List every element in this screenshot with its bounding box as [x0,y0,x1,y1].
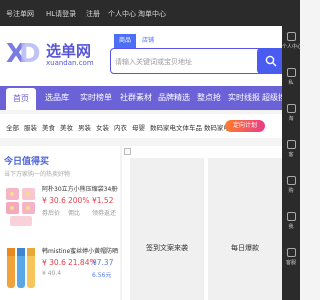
side-item-service[interactable]: 客服 [282,242,300,272]
product-original-price: ¥ 40.4 [42,270,62,277]
nav-item-community[interactable]: 社群素材 [118,86,154,110]
bag-icon [286,104,296,113]
product-image-storage-bags[interactable] [4,182,38,230]
category-sports-car[interactable]: 文体车品 [176,122,202,132]
promo-card-checkin-label: 签到文案来袭 [146,244,188,252]
main-nav: 首页 选品库 实时榜单 社群素材 品牌精选 整点抢 实时线报 超级搜 [0,86,300,110]
category-clothing[interactable]: 服装 [24,122,37,132]
side-item-label: 淘 [288,116,294,122]
product-commission: 200% [68,196,90,205]
list-item[interactable]: 阿朴30立方小熊压缩袋34册*2... ¥ 30.6 券后价 200% 佣比 ¥… [0,182,120,238]
nav-item-realtime-news[interactable]: 实时线报 [226,86,262,110]
search-tab-shop[interactable]: 店铺 [138,34,158,48]
category-food[interactable]: 美食 [42,122,55,132]
category-beauty[interactable]: 美妆 [60,122,73,132]
topbar-link-register[interactable]: 注册 [86,9,100,19]
category-baby[interactable]: 母婴 [132,122,145,132]
product-price: ¥ 30.6 [42,196,66,205]
logo-icon[interactable]: X D [6,38,40,68]
brand-domain: xuandan.com [46,59,94,67]
list-item[interactable]: 韩mistine蜜丝婷小黄帽防晒霜40m ¥ 30.6 ¥ 40.4 21.84… [0,244,120,300]
nav-item-realtime-rank[interactable]: 实时榜单 [76,86,116,110]
svg-text:D: D [19,39,40,68]
product-price-label: 券后价 [42,210,61,217]
product-commission-label: 佣比 [68,210,81,217]
daily-picks-subtitle: 当下万家购一的热卖好物 [4,171,71,178]
side-item-tao[interactable]: 淘 [282,98,300,128]
side-item-customer[interactable]: 客 [282,134,300,164]
tag-icon [286,140,296,149]
side-item-label: 我 [288,224,294,230]
search-input[interactable] [115,55,255,69]
side-item-label: 客 [288,152,294,158]
daily-picks-panel: 今日值得买 当下万家购一的热卖好物 阿朴30立方小熊压缩袋34册*2... ¥ … [0,146,120,300]
site-header: X D 选单网 xuandan.com 商品 店铺 [0,26,300,86]
category-bar: 全部 服装 美食 美妆 男装 女装 内衣 母婴 数码家电 文体车品 数码家电 定… [0,114,300,138]
product-rebate-label: 6.56元 [92,272,112,279]
category-digital[interactable]: 数码家电 [150,122,176,132]
user-icon [286,32,296,41]
promo-card-daily-hot-label: 每日爆款 [231,244,259,252]
promo-card-daily-hot[interactable]: 每日爆款 [208,158,282,300]
side-item-label: 私 [288,80,294,86]
product-title[interactable]: 阿朴30立方小熊压缩袋34册*2... [42,184,118,193]
nav-item-home[interactable]: 首页 [6,88,36,110]
search-tab-goods[interactable]: 商品 [114,34,136,48]
cart-icon [286,176,296,185]
side-item-label: 购 [288,188,294,194]
topbar-link-register-site[interactable]: 号注单网 [6,9,34,19]
product-rebate-label: 领券返还 [92,210,117,217]
nav-item-super-search[interactable]: 超级搜 [262,86,282,110]
nav-item-brand[interactable]: 品牌精选 [156,86,192,110]
broken-image-icon [124,148,131,155]
side-item-me[interactable]: 我 [282,206,300,236]
search-button[interactable] [257,48,285,74]
side-item-user-center[interactable]: 个人中心 [282,26,300,56]
topbar-link-login[interactable]: HL请登录 [46,9,76,19]
topbar-link-user-center[interactable]: 个人中心 [108,9,136,19]
category-womenswear[interactable]: 女装 [96,122,109,132]
product-price: ¥ 30.6 [42,258,66,267]
headset-icon [286,248,296,257]
daily-picks-title: 今日值得买 [4,157,50,167]
side-item-label: 客服 [285,260,296,266]
product-image-sunscreen[interactable] [4,244,38,292]
promo-area: 签到文案来袭 每日爆款 [122,146,282,300]
product-rebate: ¥7.37 [92,258,114,267]
category-all[interactable]: 全部 [6,122,19,132]
promo-card-checkin[interactable]: 签到文案来袭 [130,158,204,300]
product-rebate: ¥1.52 [92,196,114,205]
product-title[interactable]: 韩mistine蜜丝婷小黄帽防晒霜40m [42,246,118,255]
targeted-plan-badge[interactable]: 定向计划 [225,120,265,132]
category-menswear[interactable]: 男装 [78,122,91,132]
topbar-link-order-center[interactable]: 淘单中心 [138,9,166,19]
side-item-private[interactable]: 私 [282,62,300,92]
search-box [110,48,270,74]
message-icon [286,68,296,77]
side-item-label: 个人中心 [282,44,300,50]
search-icon [265,55,277,67]
category-underwear[interactable]: 内衣 [114,122,127,132]
nav-item-hourly[interactable]: 整点抢 [194,86,224,110]
star-icon [286,212,296,221]
top-bar: 号注单网 HL请登录 注册 个人中心 淘单中心 [0,0,300,26]
nav-item-library[interactable]: 选品库 [40,86,74,110]
side-toolbar: 个人中心 私 淘 客 购 我 客服 [282,26,300,300]
side-item-buy[interactable]: 购 [282,170,300,200]
brand-name[interactable]: 选单网 [46,40,91,61]
